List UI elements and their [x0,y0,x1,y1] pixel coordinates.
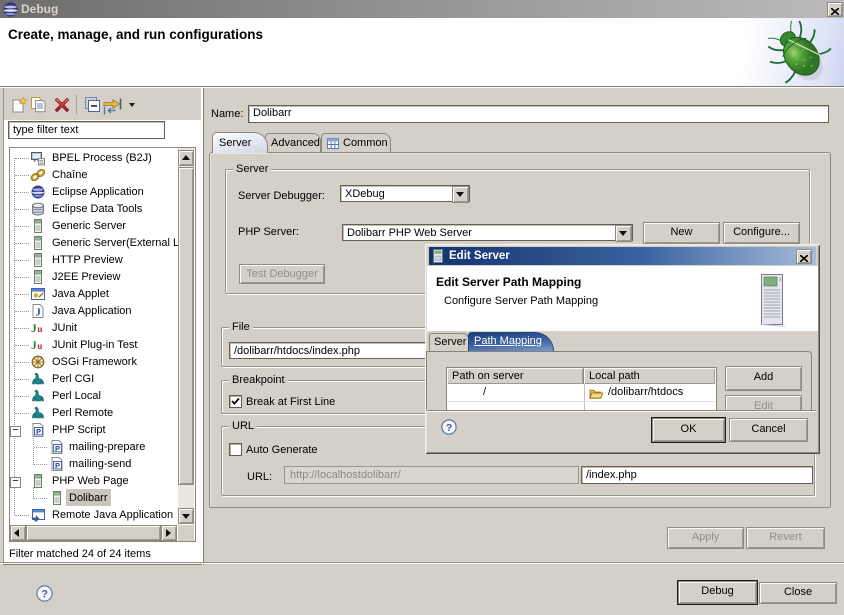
svg-text:?: ? [41,589,48,601]
svg-text:?: ? [446,422,452,434]
